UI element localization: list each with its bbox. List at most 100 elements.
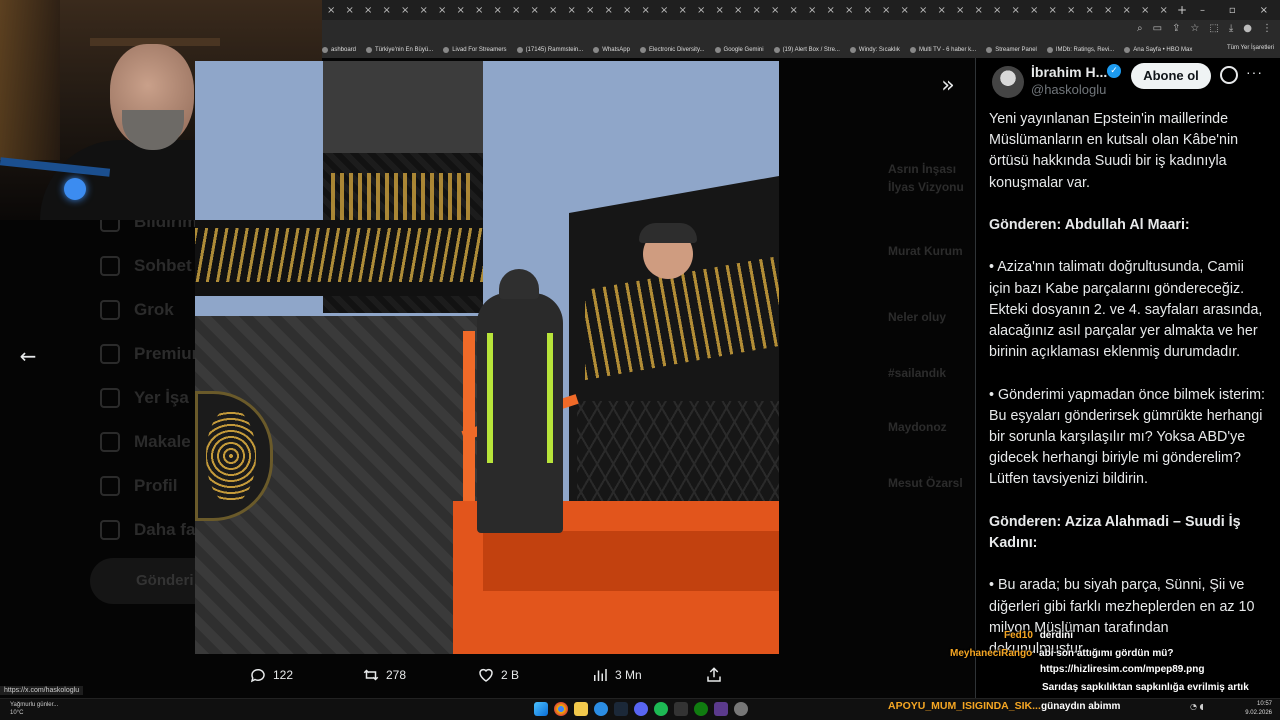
maximize-button[interactable]: ▫ [1229, 5, 1236, 16]
close-tab-icon[interactable]: × [988, 5, 1007, 16]
close-tab-icon[interactable]: × [1118, 5, 1137, 16]
share-button[interactable] [705, 666, 723, 684]
weather-widget[interactable]: Yağmurlu günler... 10°C [10, 701, 58, 717]
close-tab-icon[interactable]: × [970, 5, 989, 16]
folder-icon[interactable] [574, 702, 588, 716]
close-tab-icon[interactable]: × [322, 5, 341, 16]
bookmark-item[interactable]: WhatsApp [593, 46, 630, 53]
bookmark-item[interactable]: (19) Alert Box / Stre... [773, 46, 840, 53]
bookmark-all[interactable]: Tüm Yer İşaretleri [1227, 45, 1274, 51]
system-tray[interactable]: ◔ ◖ [1190, 702, 1204, 711]
bookmark-item[interactable]: Google Gemini [714, 46, 764, 53]
close-tab-icon[interactable]: × [507, 5, 526, 16]
bookmark-item[interactable]: ashboard [322, 46, 356, 53]
close-tab-icon[interactable]: × [859, 5, 878, 16]
bookmark-item[interactable]: (17145) Rammstein... [516, 46, 583, 53]
extensions-icon[interactable]: ⬚ [1209, 23, 1218, 34]
xbox-icon[interactable] [694, 702, 708, 716]
back-arrow-icon[interactable]: ← [16, 344, 40, 368]
bookmark-item[interactable]: Multi TV - 6 haber k... [909, 46, 976, 53]
close-tab-icon[interactable]: × [896, 5, 915, 16]
close-tab-icon[interactable]: × [415, 5, 434, 16]
epic-icon[interactable] [674, 702, 688, 716]
close-tab-icon[interactable]: × [877, 5, 896, 16]
close-tab-icon[interactable]: × [1099, 5, 1118, 16]
edge-icon[interactable] [594, 702, 608, 716]
spotify-icon[interactable] [654, 702, 668, 716]
close-tab-icon[interactable]: × [378, 5, 397, 16]
close-tab-icon[interactable]: × [655, 5, 674, 16]
close-tab-icon[interactable]: × [600, 5, 619, 16]
close-tab-icon[interactable]: × [729, 5, 748, 16]
close-tab-icon[interactable]: × [637, 5, 656, 16]
close-tab-icon[interactable]: × [618, 5, 637, 16]
more-options-icon[interactable]: ··· [1246, 64, 1263, 80]
close-tab-icon[interactable]: × [544, 5, 563, 16]
close-tab-icon[interactable]: × [1025, 5, 1044, 16]
start-icon[interactable] [534, 702, 548, 716]
tweet-media-image[interactable] [195, 61, 779, 654]
share-icon[interactable]: ⇪ [1172, 23, 1180, 34]
close-tab-icon[interactable]: × [1155, 5, 1174, 16]
close-tab-icon[interactable]: × [433, 5, 452, 16]
repost-button[interactable]: 278 [362, 666, 406, 684]
bookmark-item[interactable]: Windy: Sıcaklık [849, 46, 900, 53]
close-tab-icon[interactable]: × [766, 5, 785, 16]
search-icon[interactable]: ⌕ [1137, 23, 1143, 34]
close-tab-icon[interactable]: × [1044, 5, 1063, 16]
close-tab-icon[interactable]: × [711, 5, 730, 16]
cast-icon[interactable]: ▭ [1153, 23, 1162, 34]
close-tab-icon[interactable]: × [359, 5, 378, 16]
close-tab-icon[interactable]: × [563, 5, 582, 16]
profile-icon[interactable]: ● [1243, 23, 1252, 34]
follow-button[interactable]: Abone ol [1131, 63, 1211, 89]
discord-icon[interactable] [634, 702, 648, 716]
close-tab-icon[interactable]: × [1007, 5, 1026, 16]
close-tab-icon[interactable]: × [692, 5, 711, 16]
close-tab-icon[interactable]: × [452, 5, 471, 16]
settings-icon[interactable] [734, 702, 748, 716]
bookmark-item[interactable]: Streamer Panel [986, 46, 1037, 53]
close-tab-icon[interactable]: × [803, 5, 822, 16]
author-name[interactable]: İbrahim H... [1031, 64, 1107, 80]
window-controls[interactable]: – ▫ × [1188, 0, 1280, 20]
close-tab-icon[interactable]: × [470, 5, 489, 16]
download-icon[interactable]: ⤓ [1229, 23, 1233, 34]
minimize-button[interactable]: – [1200, 5, 1205, 16]
author-handle[interactable]: @haskologlu [1031, 82, 1106, 97]
tab-strip[interactable]: × × × × × × × × × × × × × × × × × × × × × × × × × × × × × × × × × × × × × × × ×… [322, 0, 1280, 20]
star-icon[interactable]: ☆ [1190, 23, 1199, 34]
close-tab-icon[interactable]: × [1062, 5, 1081, 16]
steam-icon[interactable] [614, 702, 628, 716]
clock[interactable]: 10:57 9.02.2026 [1245, 700, 1272, 718]
bookmark-item[interactable]: Ana Sayfa • HBO Max [1124, 46, 1192, 53]
close-tab-icon[interactable]: × [489, 5, 508, 16]
taskbar-apps[interactable] [534, 702, 748, 716]
close-tab-icon[interactable]: × [748, 5, 767, 16]
bookmark-item[interactable]: Türkiye'nin En Büyü... [366, 46, 433, 53]
close-tab-icon[interactable]: × [914, 5, 933, 16]
bookmark-item[interactable]: Electronic Diversity... [639, 46, 705, 53]
avatar[interactable] [992, 66, 1024, 98]
close-tab-icon[interactable]: × [951, 5, 970, 16]
grok-icon[interactable] [1220, 66, 1238, 84]
views-button[interactable]: 3 Mn [591, 666, 642, 684]
close-tab-icon[interactable]: × [1081, 5, 1100, 16]
expand-panel-icon[interactable]: » [936, 74, 960, 98]
close-tab-icon[interactable]: × [341, 5, 360, 16]
bookmark-item[interactable]: IMDb: Ratings, Revi... [1046, 46, 1114, 53]
close-tab-icon[interactable]: × [674, 5, 693, 16]
close-tab-icon[interactable]: × [840, 5, 859, 16]
close-tab-icon[interactable]: × [396, 5, 415, 16]
chrome-icon[interactable] [554, 702, 568, 716]
close-tab-icon[interactable]: × [1136, 5, 1155, 16]
obs-icon[interactable] [714, 702, 728, 716]
menu-icon[interactable]: ⋮ [1262, 23, 1272, 34]
close-tab-icon[interactable]: × [526, 5, 545, 16]
close-tab-icon[interactable]: × [933, 5, 952, 16]
close-tab-icon[interactable]: × [581, 5, 600, 16]
bookmark-item[interactable]: Livad For Streamers [443, 46, 507, 53]
toolbar-icons[interactable]: ⌕ ▭ ⇪ ☆ ⬚ ⤓ ● ⋮ [1137, 23, 1272, 34]
like-button[interactable]: 2 B [477, 666, 519, 684]
close-tab-icon[interactable]: × [822, 5, 841, 16]
